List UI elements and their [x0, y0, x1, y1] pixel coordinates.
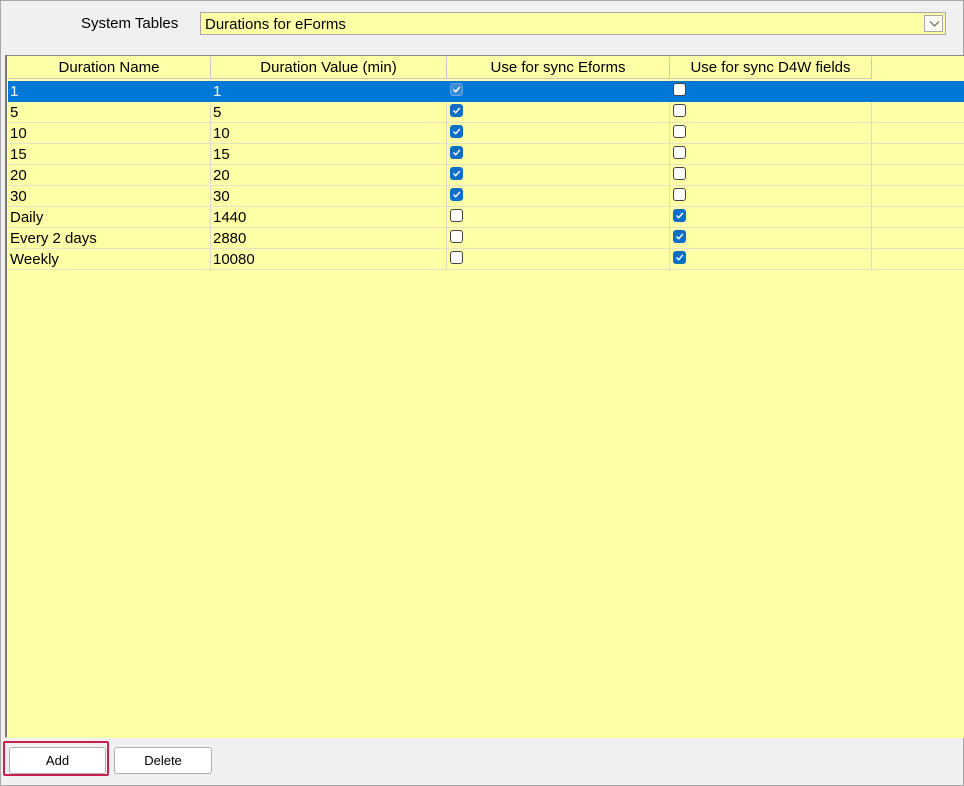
sync-d4w-checkbox[interactable] — [673, 188, 686, 201]
duration-name-cell[interactable]: Weekly — [8, 249, 211, 270]
column-header-duration-name[interactable]: Duration Name — [8, 57, 211, 79]
chevron-down-icon — [929, 21, 940, 27]
duration-name-cell[interactable]: 1 — [8, 81, 211, 102]
duration-value-cell[interactable]: 20 — [211, 165, 447, 186]
sync-d4w-cell — [670, 165, 872, 186]
sync-eforms-cell — [447, 144, 670, 165]
table-row[interactable]: 11 — [8, 81, 964, 102]
sync-eforms-checkbox[interactable] — [450, 188, 463, 201]
duration-name-cell[interactable]: 30 — [8, 186, 211, 207]
grid-header: Duration Name Duration Value (min) Use f… — [8, 57, 872, 79]
table-row[interactable]: 15 15 — [8, 144, 964, 165]
sync-d4w-cell — [670, 102, 872, 123]
grid-rows: 1 1 5 5 10 10 15 15 20 20 30 30 Daily 1440 Every 2 day… — [8, 81, 964, 270]
sync-d4w-checkbox[interactable] — [673, 104, 686, 117]
row-filler — [872, 81, 964, 102]
sync-eforms-cell — [447, 207, 670, 228]
duration-value-cell[interactable]: 1440 — [211, 207, 447, 228]
row-filler — [872, 249, 964, 270]
column-header-sync-eforms[interactable]: Use for sync Eforms — [447, 57, 670, 79]
table-row[interactable]: 10 10 — [8, 123, 964, 144]
row-filler — [872, 102, 964, 123]
duration-name-cell[interactable]: 20 — [8, 165, 211, 186]
column-header-duration-value[interactable]: Duration Value (min) — [211, 57, 447, 79]
table-row[interactable]: 55 — [8, 102, 964, 123]
duration-value-cell[interactable]: 10 — [211, 123, 447, 144]
system-tables-dropdown[interactable]: Durations for eForms — [200, 12, 946, 35]
duration-value-cell[interactable]: 30 — [211, 186, 447, 207]
system-tables-selected-value: Durations for eForms — [205, 16, 346, 33]
sync-d4w-cell — [670, 144, 872, 165]
sync-eforms-checkbox[interactable] — [450, 146, 463, 159]
sync-eforms-cell — [447, 102, 670, 123]
sync-d4w-checkbox[interactable] — [673, 230, 686, 243]
sync-eforms-cell — [447, 81, 670, 102]
sync-eforms-checkbox[interactable] — [450, 230, 463, 243]
sync-d4w-cell — [670, 186, 872, 207]
row-filler — [872, 186, 964, 207]
sync-eforms-cell — [447, 165, 670, 186]
table-row[interactable]: 20 20 — [8, 165, 964, 186]
add-button[interactable]: Add — [9, 747, 106, 774]
sync-eforms-cell — [447, 249, 670, 270]
duration-name-cell[interactable]: 5 — [8, 102, 211, 123]
row-filler — [872, 123, 964, 144]
sync-d4w-cell — [670, 207, 872, 228]
duration-name-cell[interactable]: Every 2 days — [8, 228, 211, 249]
table-row[interactable]: 30 30 — [8, 186, 964, 207]
row-filler — [872, 165, 964, 186]
sync-d4w-checkbox[interactable] — [673, 251, 686, 264]
duration-value-cell[interactable]: 1 — [211, 81, 447, 102]
duration-value-cell[interactable]: 15 — [211, 144, 447, 165]
duration-value-cell[interactable]: 2880 — [211, 228, 447, 249]
column-header-sync-d4w[interactable]: Use for sync D4W fields — [670, 57, 872, 79]
sync-eforms-checkbox[interactable] — [450, 83, 463, 96]
delete-button[interactable]: Delete — [114, 747, 212, 774]
system-tables-label: System Tables — [81, 15, 179, 32]
duration-value-cell[interactable]: 5 — [211, 102, 447, 123]
dropdown-button[interactable] — [924, 15, 943, 32]
grid-left-border — [5, 55, 7, 737]
sync-eforms-checkbox[interactable] — [450, 104, 463, 117]
sync-d4w-cell — [670, 123, 872, 144]
sync-eforms-checkbox[interactable] — [450, 125, 463, 138]
sync-eforms-checkbox[interactable] — [450, 251, 463, 264]
row-filler — [872, 207, 964, 228]
sync-d4w-checkbox[interactable] — [673, 167, 686, 180]
sync-d4w-checkbox[interactable] — [673, 125, 686, 138]
sync-d4w-cell — [670, 81, 872, 102]
sync-d4w-cell — [670, 228, 872, 249]
row-filler — [872, 144, 964, 165]
sync-eforms-cell — [447, 123, 670, 144]
table-row[interactable]: Every 2 days 2880 — [8, 228, 964, 249]
sync-d4w-checkbox[interactable] — [673, 209, 686, 222]
table-row[interactable]: Daily 1440 — [8, 207, 964, 228]
sync-eforms-cell — [447, 186, 670, 207]
sync-d4w-cell — [670, 249, 872, 270]
table-row[interactable]: Weekly 10080 — [8, 249, 964, 270]
duration-name-cell[interactable]: Daily — [8, 207, 211, 228]
row-filler — [872, 228, 964, 249]
duration-value-cell[interactable]: 10080 — [211, 249, 447, 270]
sync-eforms-checkbox[interactable] — [450, 209, 463, 222]
duration-name-cell[interactable]: 10 — [8, 123, 211, 144]
durations-grid[interactable]: Duration Name Duration Value (min) Use f… — [5, 55, 964, 738]
sync-eforms-checkbox[interactable] — [450, 167, 463, 180]
duration-name-cell[interactable]: 15 — [8, 144, 211, 165]
sync-d4w-checkbox[interactable] — [673, 146, 686, 159]
sync-eforms-cell — [447, 228, 670, 249]
sync-d4w-checkbox[interactable] — [673, 83, 686, 96]
